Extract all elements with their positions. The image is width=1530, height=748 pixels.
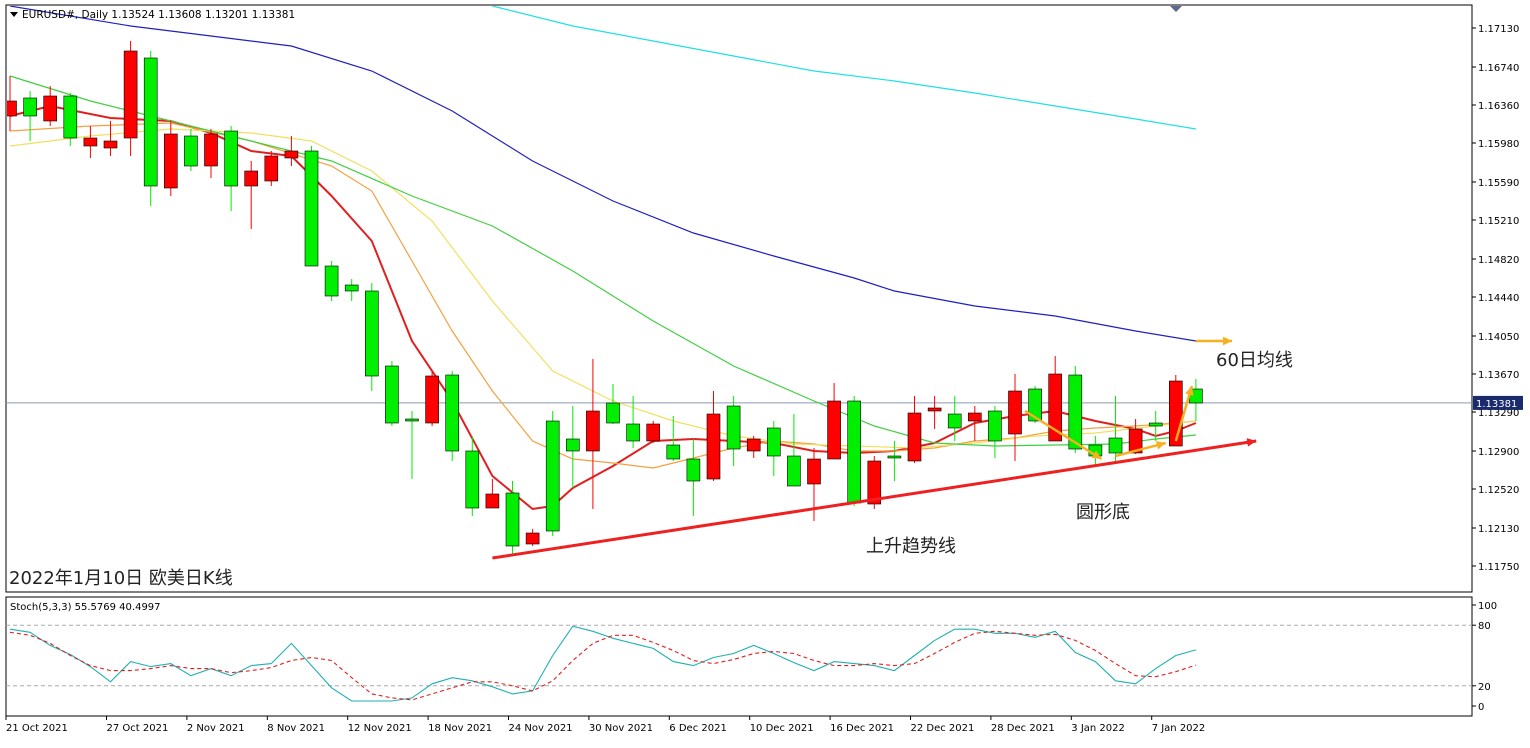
candle-body	[304, 150, 319, 267]
price-tick-label: 1.12520	[1478, 485, 1519, 496]
candle-body	[23, 97, 37, 117]
candle-body	[907, 412, 922, 462]
chart-svg: 1.17130 1.16740 1.16360 1.15980 1.15590 1.152…	[5, 4, 1523, 734]
candle-body	[244, 170, 258, 187]
date-tick-label: 7 Jan 2022	[1152, 723, 1206, 734]
date-tick-label: 24 Nov 2021	[509, 723, 573, 734]
candle-body	[746, 438, 761, 452]
price-tick-label: 1.12130	[1478, 524, 1519, 535]
stoch-frame	[5, 596, 1473, 717]
candle-body	[324, 265, 339, 297]
price-tick-label: 1.15210	[1478, 216, 1519, 227]
candle-body	[405, 418, 419, 422]
price-tick-label: 1.15980	[1478, 139, 1519, 150]
price-tick-label: 1.11750	[1478, 562, 1519, 573]
stoch-header: Stoch(5,3,3) 55.5769 40.4997	[10, 602, 161, 613]
candle-body	[344, 284, 359, 292]
stoch-tick-label: 0	[1478, 702, 1484, 713]
candle-body	[1068, 374, 1083, 450]
trendline-annotation: 上升趋势线	[866, 536, 956, 557]
date-tick-label: 21 Oct 2021	[6, 723, 68, 734]
ma60-annotation: 60日均线	[1216, 350, 1293, 371]
candle-body	[1148, 422, 1163, 427]
candle-body	[485, 493, 500, 509]
price-tick-label: 1.16740	[1478, 63, 1519, 74]
candle-body	[827, 400, 841, 460]
candle-body	[807, 458, 821, 485]
candle-body	[606, 402, 620, 424]
candle-body	[565, 438, 580, 452]
candle-body	[123, 50, 138, 139]
date-tick-label: 10 Dec 2021	[750, 723, 814, 734]
candle-body	[103, 140, 118, 149]
rounding-bottom-annotation: 圆形底	[1076, 502, 1130, 523]
price-tick-label: 1.17130	[1478, 24, 1519, 35]
price-tick-label: 1.14820	[1478, 255, 1519, 266]
candle-body	[204, 133, 218, 167]
price-tick-label: 1.16360	[1478, 101, 1519, 112]
candle-body	[927, 407, 942, 412]
candle-body	[787, 455, 801, 487]
price-tick-label: 1.13670	[1478, 370, 1519, 381]
caption-text: 2022年1月10日 欧美日K线	[9, 568, 233, 589]
price-tick-label: 1.14050	[1478, 332, 1519, 343]
stoch-tick-label: 20	[1478, 682, 1491, 693]
candle-body	[947, 413, 962, 429]
price-tick-label: 1.12900	[1478, 447, 1519, 458]
date-tick-label: 18 Nov 2021	[428, 723, 492, 734]
candle-body	[706, 413, 721, 480]
candle-body	[445, 374, 460, 452]
candle-body	[525, 532, 540, 545]
current-price-label: 1.13381	[1476, 399, 1517, 410]
date-tick-label: 16 Dec 2021	[830, 723, 894, 734]
candle-body	[284, 150, 299, 159]
candle-body	[686, 458, 701, 482]
candle-body	[1008, 390, 1022, 435]
candle-body	[164, 133, 178, 189]
chart-root: 1.17130 1.16740 1.16360 1.15980 1.15590 1.152…	[0, 0, 1530, 744]
stoch-tick-label: 100	[1478, 601, 1497, 612]
candle-body	[1108, 437, 1123, 454]
candle-body	[505, 492, 520, 547]
candle-body	[184, 135, 198, 167]
candle-body	[586, 410, 600, 452]
candle-body	[143, 57, 158, 187]
candle-body	[63, 95, 78, 139]
candle-body	[666, 444, 681, 460]
price-tick-label: 1.15590	[1478, 178, 1519, 189]
candle-body	[967, 412, 982, 422]
candle-body	[626, 423, 640, 442]
candle-body	[264, 155, 279, 182]
candle-body	[1169, 380, 1183, 447]
candle-body	[726, 405, 741, 450]
main-frame	[5, 4, 1473, 593]
candle-body	[847, 400, 862, 504]
date-tick-label: 6 Dec 2021	[669, 723, 727, 734]
symbol-header: EURUSD#, Daily 1.13524 1.13608 1.13201 1…	[22, 9, 295, 21]
candle-body	[43, 95, 58, 122]
date-tick-label: 28 Dec 2021	[991, 723, 1055, 734]
date-tick-label: 2 Nov 2021	[187, 723, 245, 734]
candle-body	[988, 410, 1002, 442]
candle-body	[887, 455, 902, 459]
candle-body	[545, 420, 560, 532]
date-tick-label: 30 Nov 2021	[589, 723, 653, 734]
candle-body	[83, 137, 98, 147]
candle-body	[224, 130, 238, 187]
candle-body	[385, 365, 399, 424]
date-tick-label: 27 Oct 2021	[107, 723, 169, 734]
candle-body	[364, 290, 379, 377]
price-tick-label: 1.14440	[1478, 293, 1519, 304]
candle-body	[465, 450, 480, 509]
date-tick-label: 3 Jan 2022	[1071, 723, 1125, 734]
date-tick-label: 22 Dec 2021	[911, 723, 975, 734]
date-tick-label: 8 Nov 2021	[267, 723, 325, 734]
stoch-tick-label: 80	[1478, 621, 1491, 632]
date-tick-label: 12 Nov 2021	[348, 723, 412, 734]
candle-body	[646, 423, 661, 442]
candle-body	[7, 100, 17, 117]
candle-body	[766, 427, 781, 457]
candle-body	[425, 375, 439, 424]
